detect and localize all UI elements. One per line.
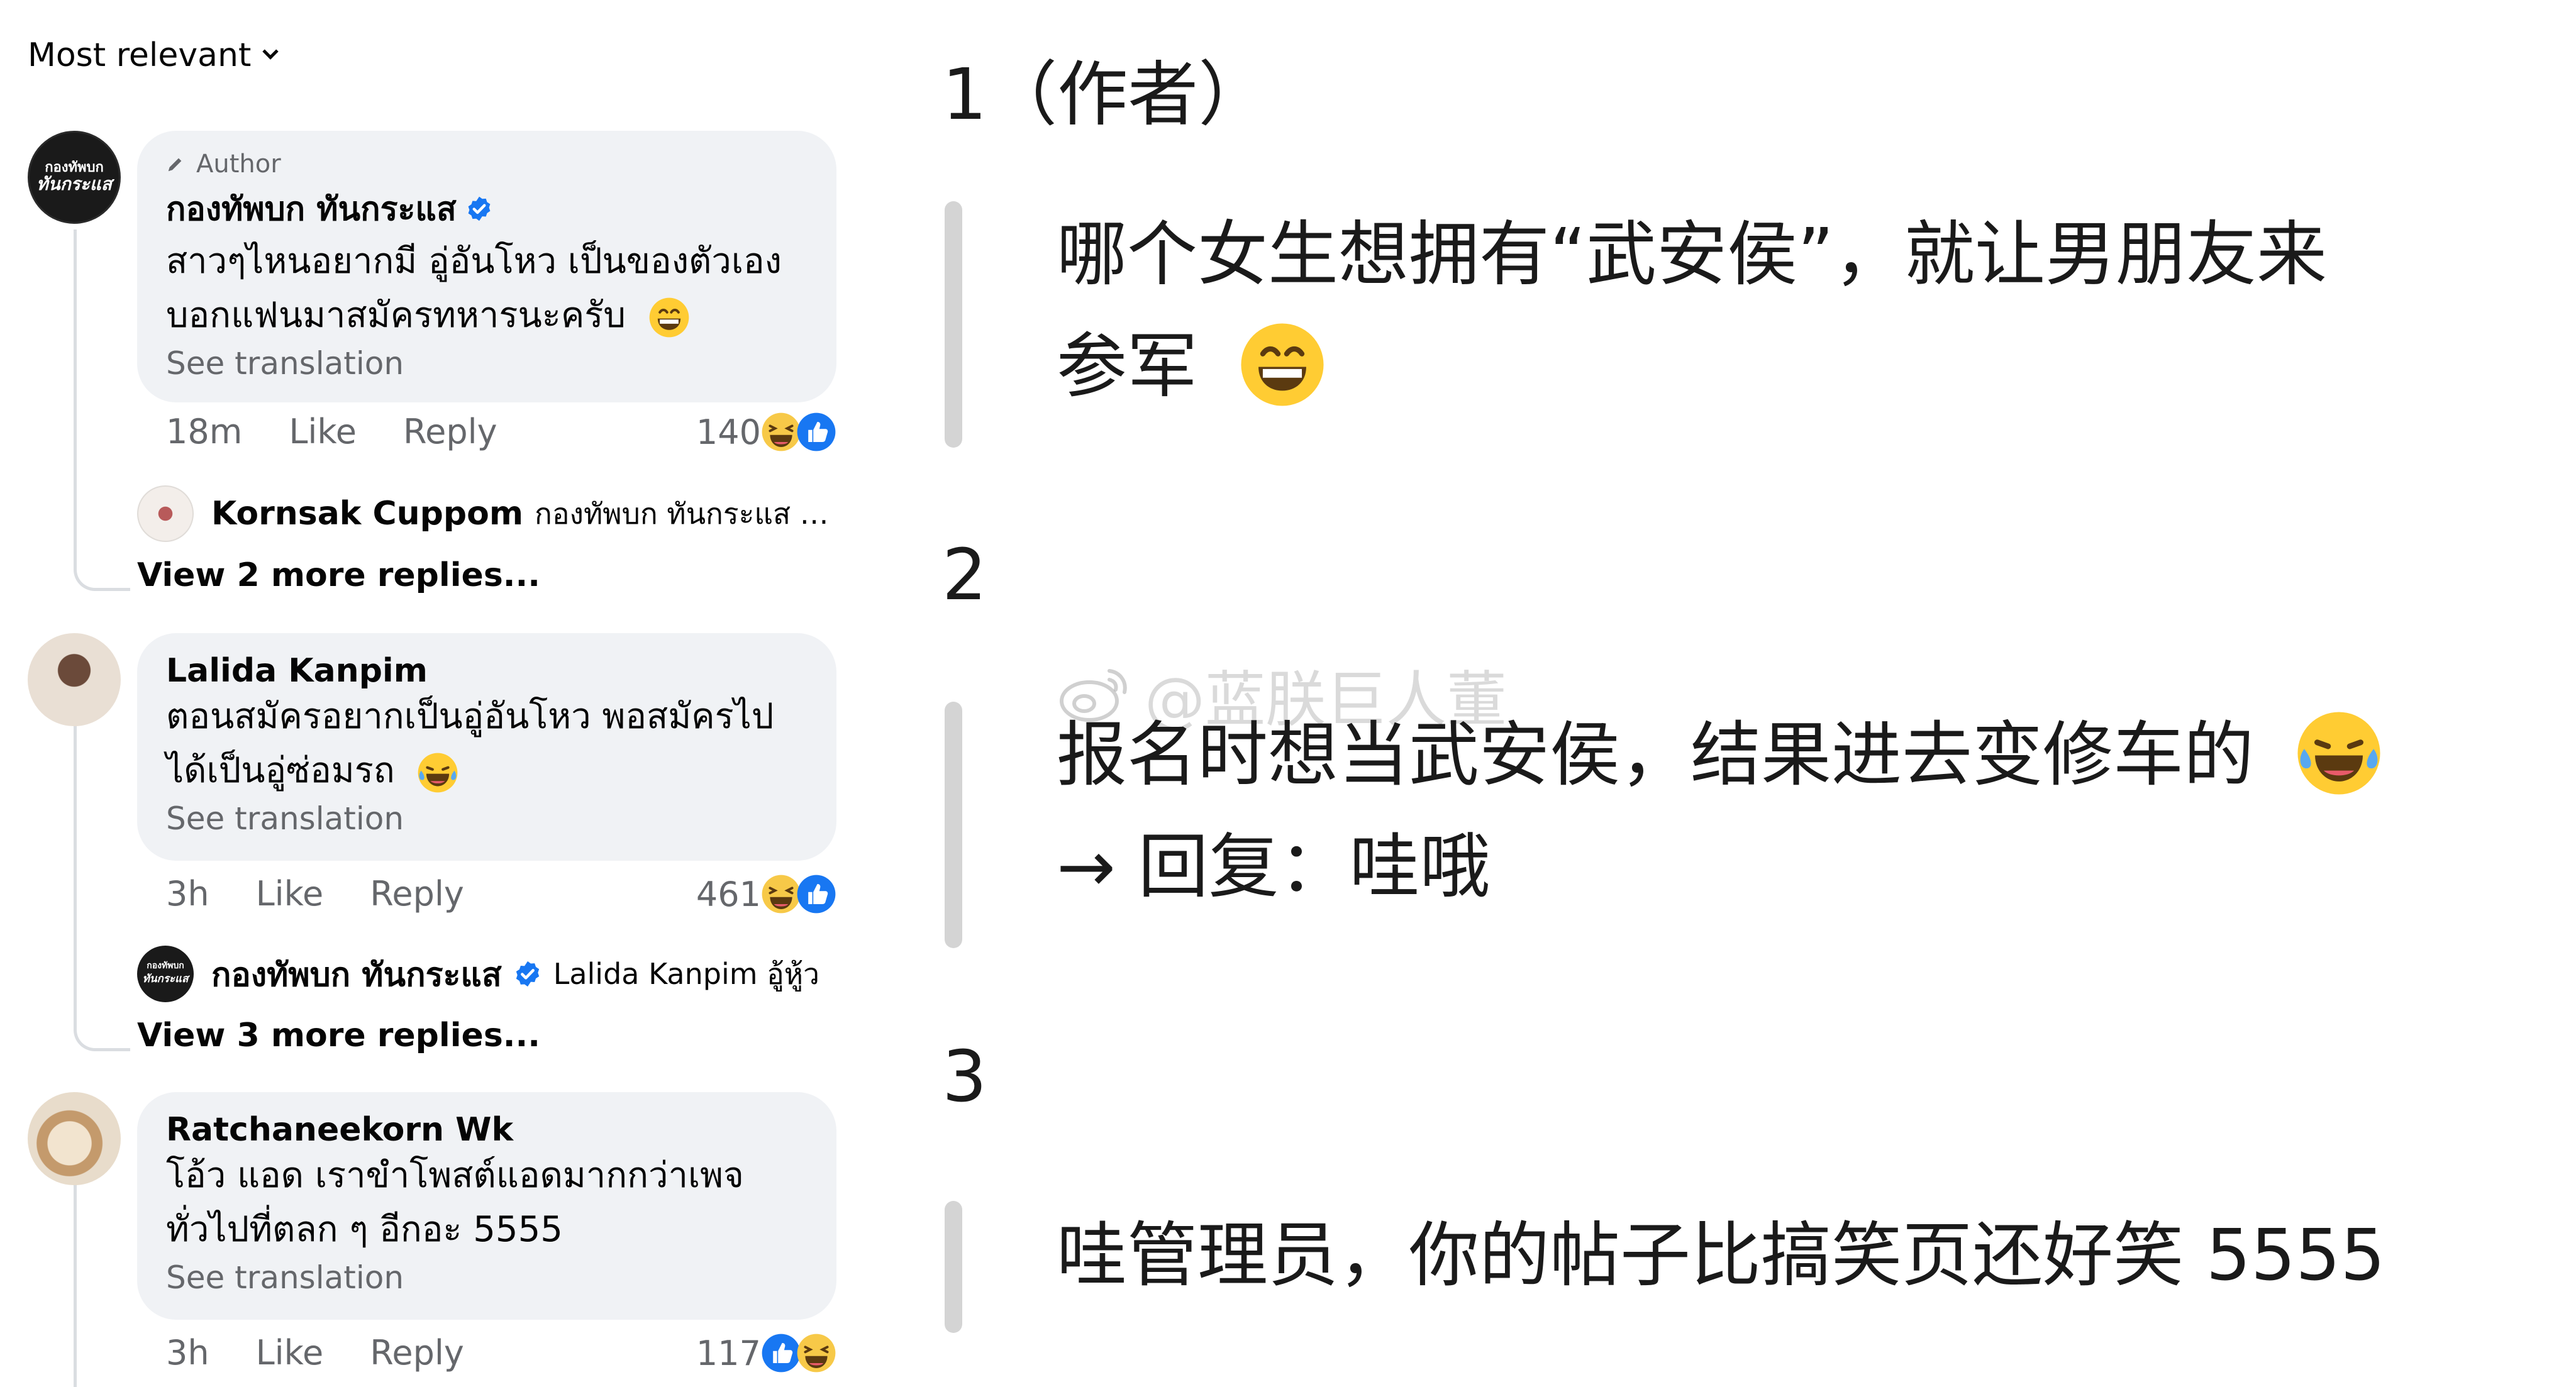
commenter-name[interactable]: Lalida Kanpim	[166, 652, 808, 690]
reply-preview[interactable]: Kornsak Cuppom กองทัพบก ทันกระแส แล้…	[137, 485, 836, 542]
annotation-text: 报名时想当武安侯，结果进去变修车的 → 回复：哇哦	[1057, 699, 2541, 923]
haha-reaction-icon	[761, 874, 801, 914]
author-badge: Author	[166, 150, 808, 179]
comment-text: ตอนสมัครอยากเป็นอู่อันโหว พอสมัครไป ได้เ…	[166, 690, 808, 798]
reaction-summary[interactable]: 117	[696, 1333, 836, 1373]
thread-line	[74, 1154, 77, 1387]
like-button[interactable]: Like	[289, 412, 357, 451]
avatar[interactable]	[137, 485, 194, 542]
reply-button[interactable]: Reply	[370, 1333, 464, 1373]
avatar[interactable]	[28, 633, 121, 726]
like-button[interactable]: Like	[256, 1333, 324, 1373]
avatar[interactable]: กองทัพบก ทันกระแส	[28, 131, 121, 224]
see-translation-link[interactable]: See translation	[166, 345, 808, 382]
comment-timestamp[interactable]: 18m	[166, 412, 242, 451]
tears-of-joy-emoji	[2296, 710, 2382, 797]
reaction-summary[interactable]: 461	[696, 874, 836, 914]
comment-text: โอ้ว แอด เราขำโพสต์แอดมากกว่าเพจ ทั่วไปท…	[166, 1155, 744, 1250]
sort-dropdown[interactable]: Most relevant	[28, 36, 279, 74]
reply-button[interactable]: Reply	[370, 874, 464, 914]
like-reaction-icon	[796, 874, 836, 914]
like-reaction-icon	[761, 1333, 801, 1373]
comment-actions: 3h Like Reply	[166, 1333, 511, 1373]
view-more-replies-link[interactable]: View 2 more replies...	[137, 556, 540, 594]
haha-reaction-icon	[761, 412, 801, 452]
grin-emoji	[648, 297, 690, 338]
comment-bubble: Ratchaneekorn Wk โอ้ว แอด เราขำโพสต์แอดม…	[137, 1092, 836, 1320]
see-translation-link[interactable]: See translation	[166, 800, 808, 837]
chevron-down-icon	[262, 43, 279, 60]
section-number: 2	[942, 534, 987, 616]
verified-badge-icon	[465, 195, 493, 223]
avatar[interactable]: กองทัพบก ทันกระแส	[137, 946, 194, 1002]
comment-text: สาวๆไหนอยากมี อู่อันโหว เป็นของตัวเอง บอ…	[166, 235, 808, 343]
comment-actions: 3h Like Reply	[166, 874, 511, 914]
view-more-replies-link[interactable]: View 3 more replies...	[137, 1017, 540, 1054]
comment-actions: 18m Like Reply	[166, 412, 544, 451]
comment-bubble: Lalida Kanpim ตอนสมัครอยากเป็นอู่อันโหว …	[137, 633, 836, 861]
grin-emoji	[1239, 321, 1326, 408]
section-number: 1（作者）	[942, 54, 1269, 136]
sort-label: Most relevant	[28, 36, 252, 74]
comment-bubble: Author กองทัพบก ทันกระแส สาวๆไหนอยากมี อ…	[137, 131, 836, 402]
verified-badge-icon	[513, 959, 542, 988]
commenter-name[interactable]: กองทัพบก ทันกระแส	[166, 182, 808, 235]
haha-reaction-icon	[796, 1333, 836, 1373]
tears-of-joy-emoji	[417, 752, 458, 793]
comments-panel: Most relevant กองทัพบก ทันกระแส Author ก…	[0, 0, 868, 1387]
reply-button[interactable]: Reply	[403, 412, 497, 451]
thread-line	[74, 229, 77, 566]
like-reaction-icon	[796, 412, 836, 452]
comment-timestamp[interactable]: 3h	[166, 1333, 209, 1373]
comment-timestamp[interactable]: 3h	[166, 874, 209, 914]
quote-bar	[945, 702, 962, 948]
pencil-icon	[168, 158, 182, 172]
section-number: 3	[942, 1036, 987, 1118]
reply-connector	[74, 553, 130, 591]
reply-connector	[74, 1014, 130, 1051]
like-button[interactable]: Like	[256, 874, 324, 914]
reaction-summary[interactable]: 140	[696, 412, 836, 452]
avatar[interactable]	[28, 1092, 121, 1185]
quote-bar	[945, 201, 962, 448]
quote-bar	[945, 1201, 962, 1333]
annotation-text: 哇管理员，你的帖子比搞笑页还好笑 5555	[1057, 1215, 2385, 1296]
thread-line	[74, 692, 77, 1028]
annotation-text: 哪个女生想拥有“武安侯”，就让男朋友来 参军	[1057, 214, 2328, 408]
commenter-name[interactable]: Ratchaneekorn Wk	[166, 1111, 808, 1149]
see-translation-link[interactable]: See translation	[166, 1259, 808, 1296]
translation-panel: @蓝朕巨人董 1（作者） 哪个女生想拥有“武安侯”，就让男朋友来 参军 2 报名…	[931, 0, 2576, 1387]
reply-preview[interactable]: กองทัพบก ทันกระแส กองทัพบก ทันกระแส Lali…	[137, 946, 836, 1002]
